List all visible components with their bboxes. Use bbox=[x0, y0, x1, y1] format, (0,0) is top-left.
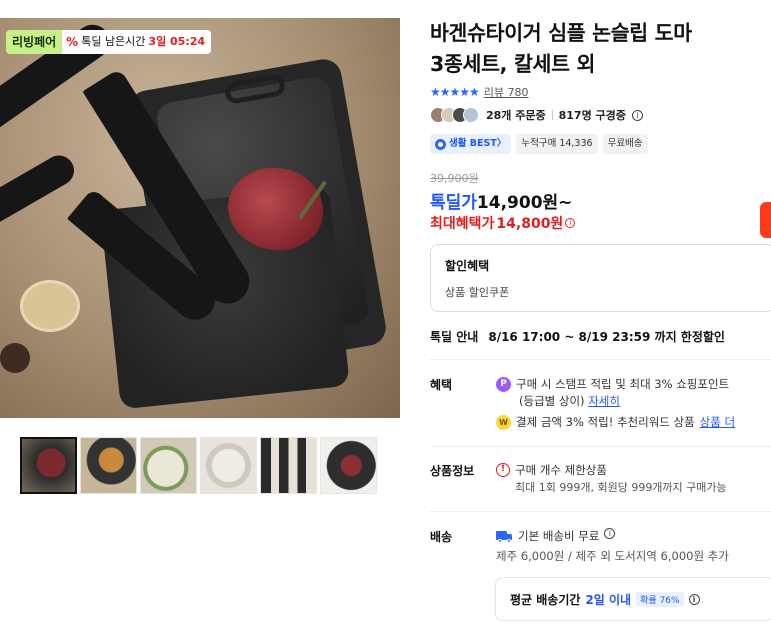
max-benefit-amount: 14,800원 bbox=[496, 216, 564, 232]
rating-stars: ★★★★★ bbox=[430, 85, 480, 99]
shipping-extra: 제주 6,000원 / 제주 외 도서지역 6,000원 추가 bbox=[496, 549, 729, 563]
avatar bbox=[463, 107, 479, 123]
benefit-line-1: P 구매 시 스탬프 적립 및 최대 3% 쇼핑포인트 bbox=[496, 376, 771, 393]
avg-delivery-box: 평균 배송기간 2일 이내 확률 76% i bbox=[495, 577, 771, 621]
limit-detail: 최대 1회 999개, 회원당 999개까지 구매가능 bbox=[515, 481, 727, 494]
original-price: 39,900원 bbox=[430, 172, 479, 185]
thumbnail-1[interactable] bbox=[20, 437, 77, 494]
info-icon[interactable]: i bbox=[688, 593, 700, 605]
viewers-count: 817명 구경중 bbox=[558, 109, 626, 122]
review-link[interactable]: 리뷰 780 bbox=[484, 84, 529, 100]
deal-period: 톡딜 안내 8/16 17:00 ~ 8/19 23:59 까지 한정할인 bbox=[430, 328, 725, 345]
timer-label: 톡딜 남은시간 bbox=[81, 35, 146, 48]
best-icon bbox=[435, 138, 446, 150]
steak bbox=[228, 168, 323, 250]
peppercorn-bowl bbox=[0, 343, 30, 373]
info-icon[interactable]: i bbox=[631, 109, 643, 121]
deal-timer-badge: 리빙페어 % 톡딜 남은시간 3일 05:24 bbox=[6, 30, 212, 54]
tag-total-purchases: 누적구매 14,336 bbox=[516, 134, 598, 154]
warning-icon: ! bbox=[496, 463, 510, 477]
deal-label: 톡딜가 bbox=[430, 193, 477, 213]
product-main-image[interactable] bbox=[0, 18, 400, 418]
info-icon[interactable]: i bbox=[604, 528, 616, 539]
details-link[interactable]: 자세히 bbox=[588, 394, 620, 408]
deal-amount: 14,900원~ bbox=[476, 193, 573, 213]
thumbnail-6[interactable] bbox=[320, 437, 377, 494]
benefits-label: 혜택 bbox=[430, 378, 453, 392]
avg-delivery-label: 평균 배송기간 bbox=[510, 592, 581, 607]
product-info-label: 상품정보 bbox=[430, 464, 475, 478]
buyer-avatars bbox=[430, 107, 479, 123]
stats-row: 28개 주문중 817명 구경중 i bbox=[430, 107, 643, 123]
thumbnail-5[interactable] bbox=[260, 437, 317, 494]
max-benefit-price: 최대혜택가 14,800원 i bbox=[430, 213, 576, 233]
orders-count: 28개 주문중 bbox=[486, 109, 546, 122]
rating-row: ★★★★★ 리뷰 780 bbox=[430, 84, 529, 100]
tag-row: 생활 BEST〉 누적구매 14,336 무료배송 bbox=[430, 134, 648, 154]
benefit-line-2: W 결제 금액 3% 적립! 추천리워드 상품 상품 더 bbox=[496, 414, 771, 431]
max-benefit-label: 최대혜택가 bbox=[430, 216, 495, 232]
deal-period-text: 8/16 17:00 ~ 8/19 23:59 까지 한정할인 bbox=[488, 330, 725, 344]
avg-delivery-value: 2일 이내 bbox=[585, 592, 632, 607]
timer-box: % 톡딜 남은시간 3일 05:24 bbox=[62, 30, 212, 54]
discount-title: 할인혜택 bbox=[445, 259, 490, 273]
truck-icon bbox=[496, 531, 513, 543]
discount-box[interactable]: 할인혜택 상품 할인쿠폰 bbox=[430, 244, 771, 312]
thumbnail-4[interactable] bbox=[200, 437, 257, 494]
coupon-button[interactable] bbox=[760, 202, 771, 238]
timer-value: 3일 05:24 bbox=[148, 35, 206, 48]
tag-living-best[interactable]: 생활 BEST〉 bbox=[430, 134, 512, 154]
thumbnail-strip bbox=[20, 437, 377, 494]
benefit-line-1-sub: (등급별 상이) 자세히 bbox=[519, 394, 620, 408]
point-icon: P bbox=[496, 377, 511, 392]
product-title: 바겐슈타이거 심플 논슬립 도마 3종세트, 칼세트 외 bbox=[430, 21, 692, 76]
thumbnail-2[interactable] bbox=[80, 437, 137, 494]
butter-bowl bbox=[20, 280, 80, 332]
percent-icon: % bbox=[66, 35, 79, 49]
knife-left bbox=[0, 150, 80, 236]
divider bbox=[430, 511, 771, 512]
reward-icon: W bbox=[496, 415, 511, 430]
more-products-link[interactable]: 상품 더 bbox=[700, 414, 735, 431]
shipping-fee-line: 기본 배송비 무료 i bbox=[496, 528, 771, 545]
discount-detail: 상품 할인쿠폰 bbox=[445, 286, 510, 299]
info-icon[interactable]: i bbox=[565, 218, 576, 228]
limit-line: ! 구매 개수 제한상품 bbox=[496, 462, 771, 479]
deal-price: 톡딜가14,900원~ bbox=[430, 188, 572, 213]
deal-period-label: 톡딜 안내 bbox=[430, 330, 479, 344]
delivery-probability: 확률 76% bbox=[636, 591, 684, 607]
divider bbox=[430, 446, 771, 447]
thumbnail-3[interactable] bbox=[140, 437, 197, 494]
tag-free-shipping: 무료배송 bbox=[602, 134, 648, 154]
shipping-label: 배송 bbox=[430, 530, 453, 544]
brand-badge: 리빙페어 bbox=[6, 30, 63, 54]
divider bbox=[551, 110, 553, 120]
divider bbox=[430, 359, 771, 360]
